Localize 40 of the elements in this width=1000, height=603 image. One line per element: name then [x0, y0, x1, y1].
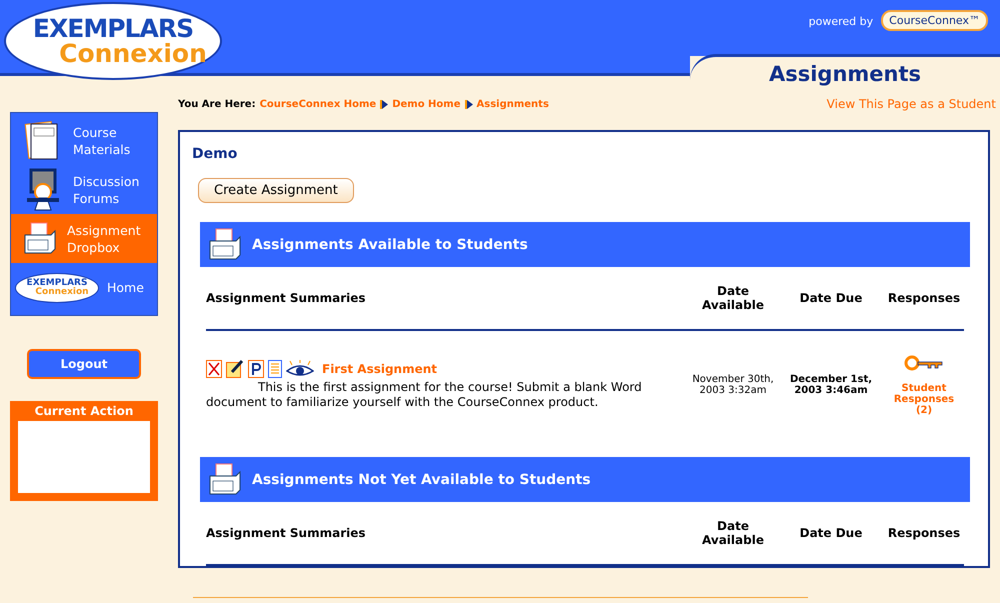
create-assignment-button[interactable]: Create Assignment: [198, 178, 354, 203]
list-icon[interactable]: [268, 360, 282, 378]
column-header: Date Due: [800, 526, 862, 540]
column-header: Assignment Summaries: [206, 526, 367, 540]
key-icon[interactable]: [904, 354, 944, 370]
breadcrumb-link[interactable]: Assignments: [476, 98, 549, 110]
panel-title: Demo: [192, 146, 238, 162]
column-header: Date Available: [701, 519, 765, 547]
view-as-student-link[interactable]: View This Page as a Student: [826, 97, 996, 111]
logo: EXEMPLARS Connexion: [15, 272, 99, 302]
date-available: November 30th, 2003 3:32am: [691, 374, 775, 396]
sidebar-item[interactable]: Course Materials: [11, 116, 157, 165]
breadcrumb-link[interactable]: Demo Home: [392, 98, 460, 110]
arrow-icon: [380, 100, 388, 108]
column-header: Responses: [888, 291, 960, 305]
powered-by-text: powered by: [808, 15, 874, 28]
page-title: Assignments: [768, 62, 922, 86]
logout-button[interactable]: Logout: [27, 349, 141, 379]
arrow-icon: [464, 100, 472, 108]
edit-icon[interactable]: [226, 360, 244, 378]
column-header: Date Available: [701, 284, 765, 312]
sidebar-item[interactable]: Assignment Dropbox: [11, 214, 157, 263]
column-header: Responses: [888, 526, 960, 540]
section-title: Assignments Not Yet Available to Students: [252, 472, 591, 488]
student-responses-link[interactable]: Student Responses (2): [889, 382, 959, 416]
column-header: Date Due: [800, 291, 862, 305]
assignment-description: This is the first assignment for the course! Submit a blank Word document to familiarize yourself with the CourseConnex product.: [206, 380, 643, 410]
sidebar-item[interactable]: EXEMPLARS Connexion Home: [11, 263, 157, 312]
date-due: December 1st, 2003 3:46am: [788, 374, 874, 396]
brand-badge: CourseConnex™: [881, 10, 988, 31]
breadcrumb-link[interactable]: CourseConnex Home: [260, 98, 376, 110]
eye-icon[interactable]: [286, 360, 314, 378]
breadcrumb-label: You Are Here:: [178, 98, 256, 110]
p-icon[interactable]: [248, 360, 264, 378]
delete-icon[interactable]: [206, 360, 222, 378]
panel-title: Current Action: [34, 404, 134, 418]
sidebar-item[interactable]: Discussion Forums: [11, 165, 157, 214]
column-header: Assignment Summaries: [206, 291, 367, 305]
section-title: Assignments Available to Students: [252, 236, 528, 252]
assignment-title-link[interactable]: First Assignment: [322, 362, 438, 376]
